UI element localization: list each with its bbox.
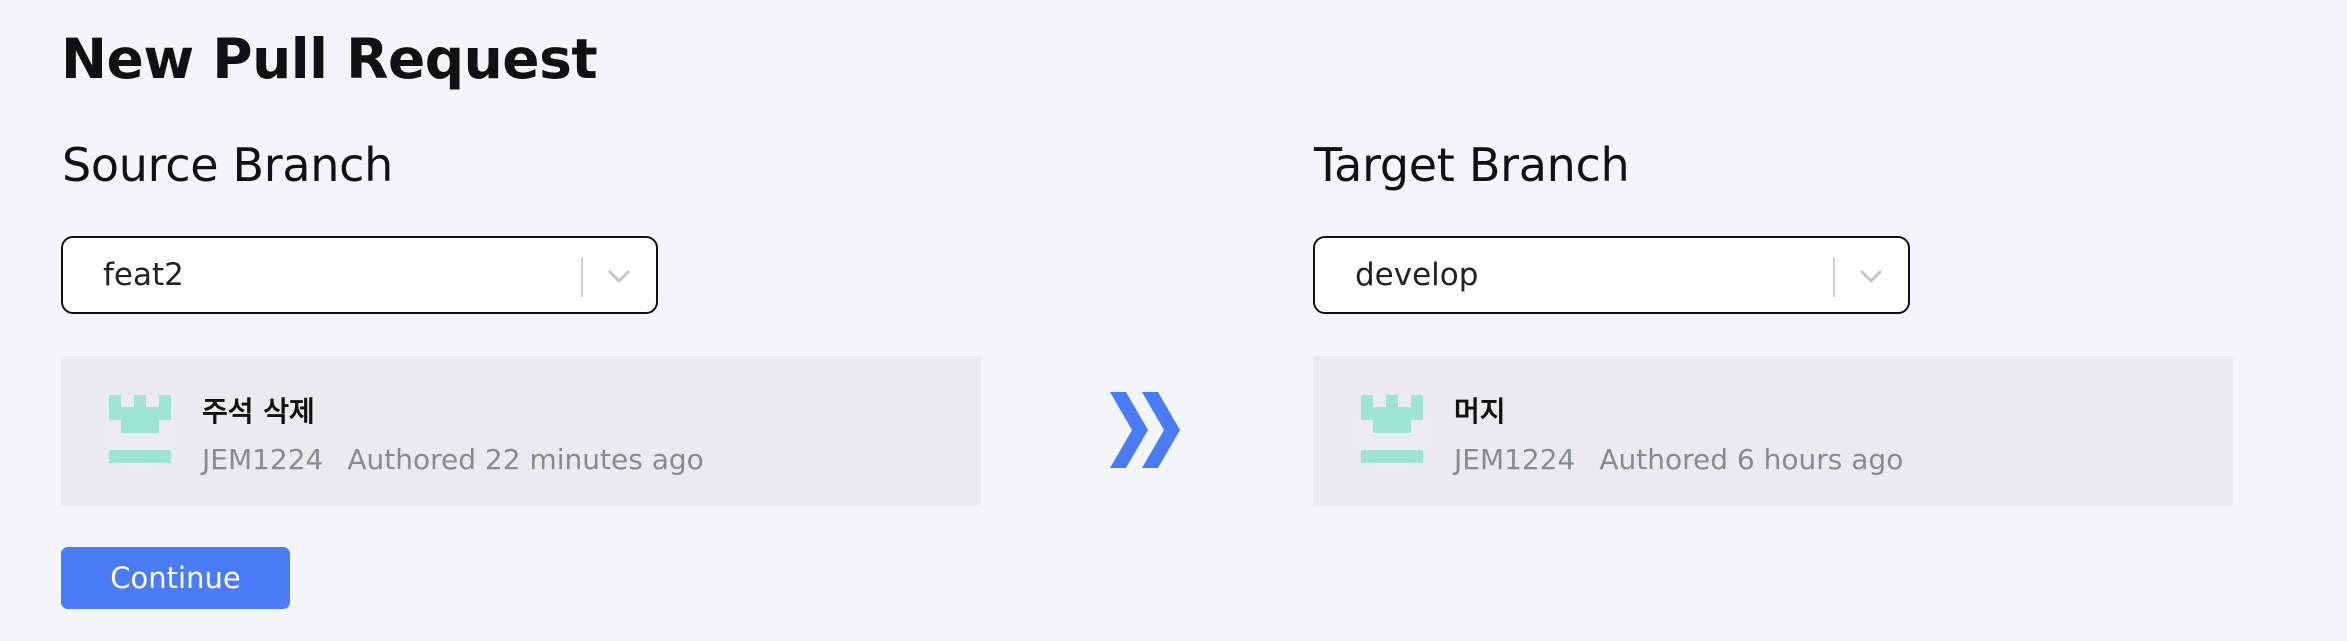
source-branch-heading: Source Branch — [62, 138, 393, 192]
target-branch-heading: Target Branch — [1314, 138, 1630, 192]
page-title: New Pull Request — [61, 27, 598, 91]
commit-time: Authored 6 hours ago — [1599, 443, 1904, 476]
commit-message: 머지 — [1454, 395, 1506, 428]
select-divider — [1833, 257, 1835, 297]
continue-button[interactable]: Continue — [61, 547, 290, 609]
commit-meta: JEM1224 Authored 22 minutes ago — [202, 436, 704, 484]
new-pull-request-page: New Pull Request Source Branch feat2 주석 … — [0, 0, 2347, 641]
source-branch-select[interactable]: feat2 — [61, 236, 658, 314]
chevron-down-icon[interactable] — [602, 259, 636, 293]
target-branch-select[interactable]: develop — [1313, 236, 1910, 314]
chevron-down-icon[interactable] — [1854, 259, 1888, 293]
commit-time: Authored 22 minutes ago — [347, 443, 704, 476]
avatar — [1355, 395, 1429, 469]
select-divider — [581, 257, 583, 297]
avatar — [103, 395, 177, 469]
double-chevron-right-icon — [1110, 392, 1180, 468]
commit-message: 주석 삭제 — [202, 395, 315, 428]
commit-author: JEM1224 — [202, 443, 324, 476]
source-commit-card: 주석 삭제 JEM1224 Authored 22 minutes ago — [61, 356, 981, 506]
target-commit-card: 머지 JEM1224 Authored 6 hours ago — [1313, 356, 2233, 506]
commit-meta: JEM1224 Authored 6 hours ago — [1454, 436, 1903, 484]
target-branch-value: develop — [1355, 257, 1479, 293]
source-branch-value: feat2 — [103, 257, 184, 293]
commit-author: JEM1224 — [1454, 443, 1576, 476]
